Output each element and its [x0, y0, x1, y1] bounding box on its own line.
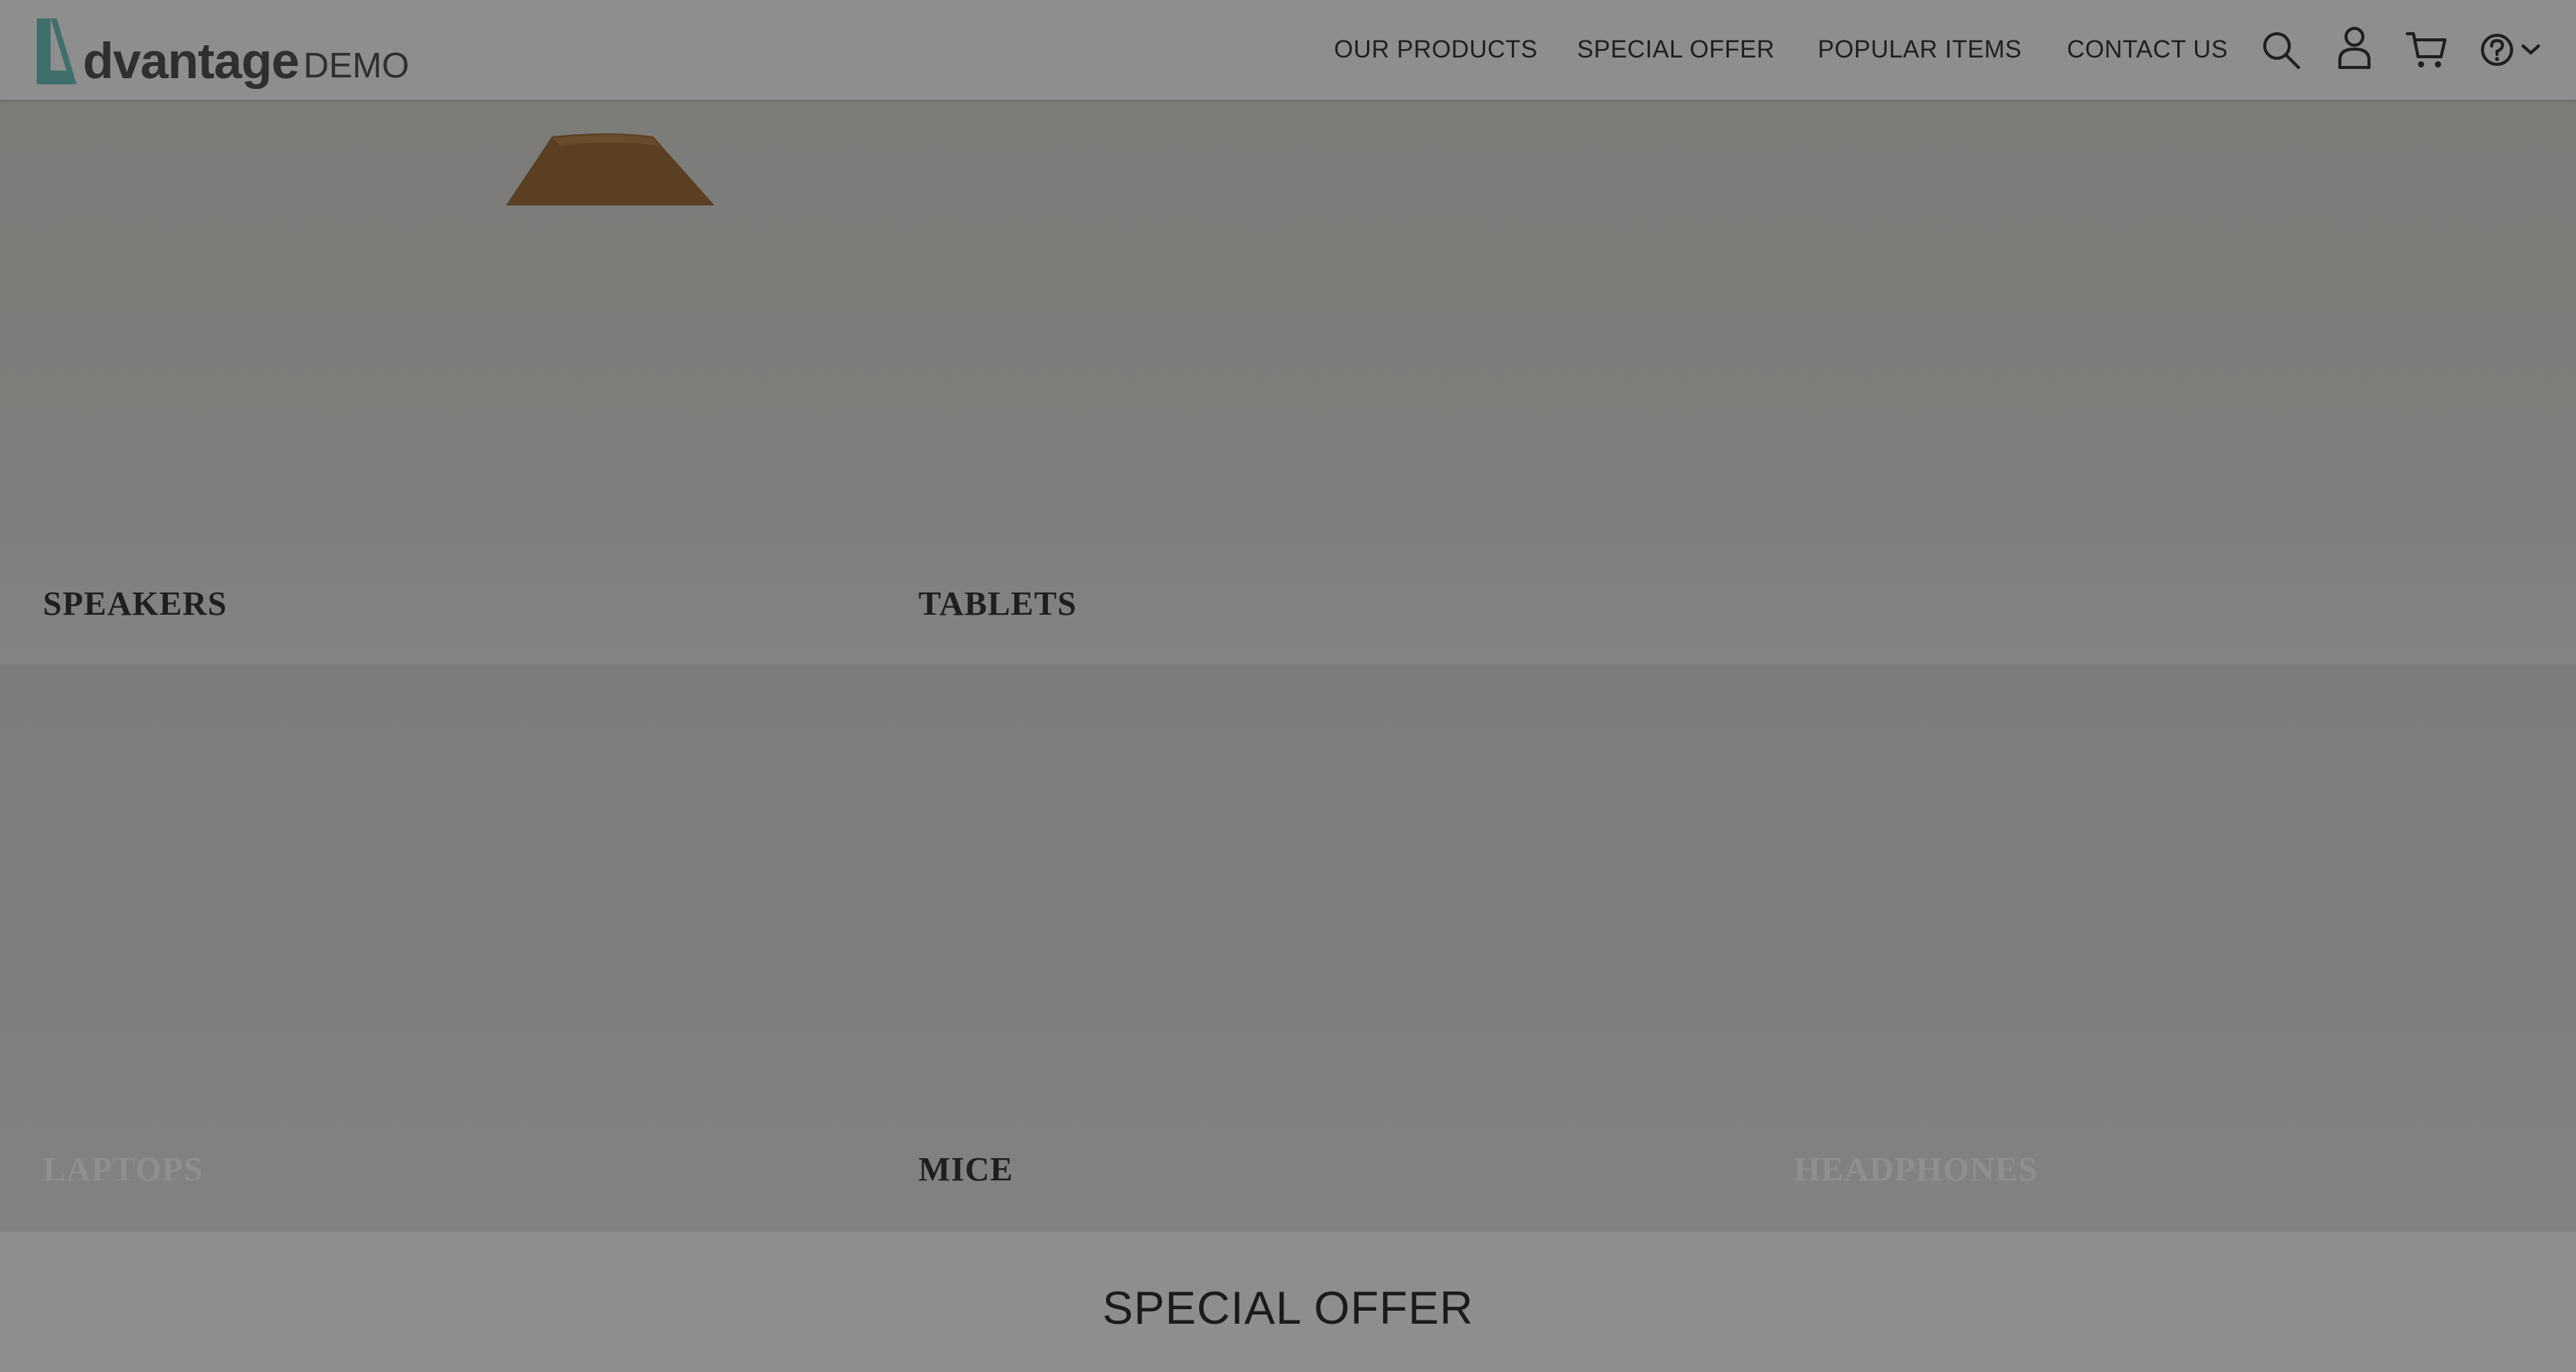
nav-our-products[interactable]: OUR PRODUCTS — [1334, 35, 1538, 64]
category-tablets[interactable]: TABLETS — [918, 584, 1077, 623]
chevron-down-icon[interactable] — [2521, 43, 2541, 57]
category-mice[interactable]: MICE — [918, 1150, 1014, 1189]
cart-icon[interactable] — [2406, 29, 2447, 71]
brand-name: dvantage — [83, 32, 300, 89]
help-icon[interactable] — [2479, 32, 2515, 67]
brand-suffix: DEMO — [303, 45, 409, 85]
nav-contact-us[interactable]: CONTACT US — [2067, 35, 2228, 64]
category-row-background — [0, 100, 2576, 665]
category-row-background — [0, 665, 2576, 1232]
speaker-image[interactable] — [506, 132, 715, 208]
search-icon[interactable] — [2260, 29, 2302, 71]
user-icon[interactable] — [2337, 26, 2372, 71]
category-row-top — [0, 100, 2576, 665]
nav-popular-items[interactable]: POPULAR ITEMS — [1818, 35, 2022, 64]
category-row-bottom — [0, 665, 2576, 1232]
category-headphones[interactable]: HEADPHONES — [1794, 1150, 2038, 1189]
category-laptops[interactable]: LAPTOPS — [43, 1150, 203, 1189]
category-speakers[interactable]: SPEAKERS — [43, 584, 227, 623]
site-header: dvantage DEMO OUR PRODUCTS SPECIAL OFFER… — [0, 0, 2576, 100]
nav-special-offer[interactable]: SPECIAL OFFER — [1577, 35, 1775, 64]
logo-mark-icon — [34, 17, 86, 87]
brand-logo[interactable]: dvantage DEMO — [34, 14, 409, 90]
special-offer-title: SPECIAL OFFER — [1102, 1282, 1474, 1334]
